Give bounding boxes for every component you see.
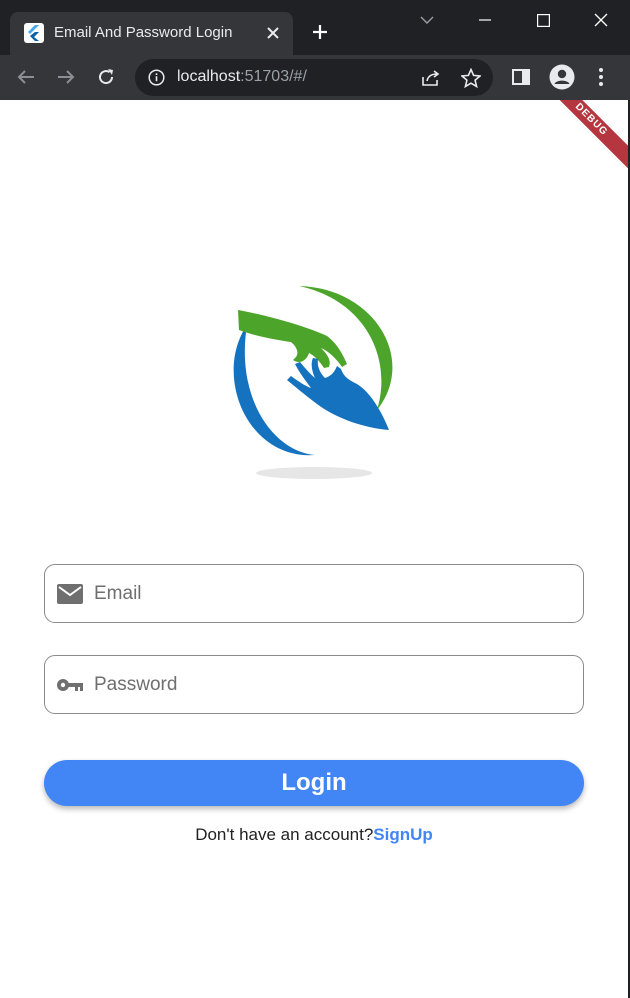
browser-toolbar: localhost:51703/#/ [0, 55, 630, 100]
address-bar[interactable]: localhost:51703/#/ [135, 59, 493, 96]
close-tab-icon[interactable] [261, 21, 285, 45]
profile-avatar-icon[interactable] [546, 61, 578, 93]
flutter-favicon-icon [24, 23, 44, 43]
tab-search-chevron-icon[interactable] [398, 0, 456, 40]
close-window-icon[interactable] [572, 0, 630, 40]
back-arrow-icon[interactable] [10, 61, 42, 93]
more-menu-icon[interactable] [585, 61, 617, 93]
password-input[interactable] [94, 656, 574, 713]
bookmark-star-icon[interactable] [458, 65, 484, 91]
tab-title: Email And Password Login [54, 24, 233, 41]
debug-banner: DEBUG [532, 100, 628, 179]
signup-link[interactable]: SignUp [373, 825, 433, 844]
browser-tab[interactable]: Email And Password Login [10, 12, 293, 55]
url-path: :51703/#/ [240, 68, 307, 85]
key-icon [56, 672, 84, 698]
minimize-icon[interactable] [456, 0, 514, 40]
url-host: localhost [177, 68, 241, 85]
url-text: localhost:51703/#/ [177, 68, 307, 86]
password-field[interactable] [44, 655, 584, 714]
email-field[interactable] [44, 564, 584, 623]
login-button[interactable]: Login [44, 760, 584, 806]
signup-row: Don't have an account?SignUp [0, 825, 628, 845]
email-input[interactable] [94, 565, 574, 622]
side-panel-icon[interactable] [505, 61, 537, 93]
forward-arrow-icon[interactable] [50, 61, 82, 93]
signup-prompt: Don't have an account? [195, 825, 374, 844]
new-tab-icon[interactable] [306, 18, 334, 46]
mail-icon [56, 581, 84, 607]
site-info-icon[interactable] [147, 68, 166, 87]
hands-logo-icon [233, 286, 393, 479]
maximize-icon[interactable] [514, 0, 572, 40]
app-page: DEBUG Email Login Don't have an account?… [0, 100, 628, 998]
reload-icon[interactable] [90, 61, 122, 93]
browser-titlebar: Email And Password Login [0, 0, 630, 55]
share-icon[interactable] [418, 65, 444, 91]
